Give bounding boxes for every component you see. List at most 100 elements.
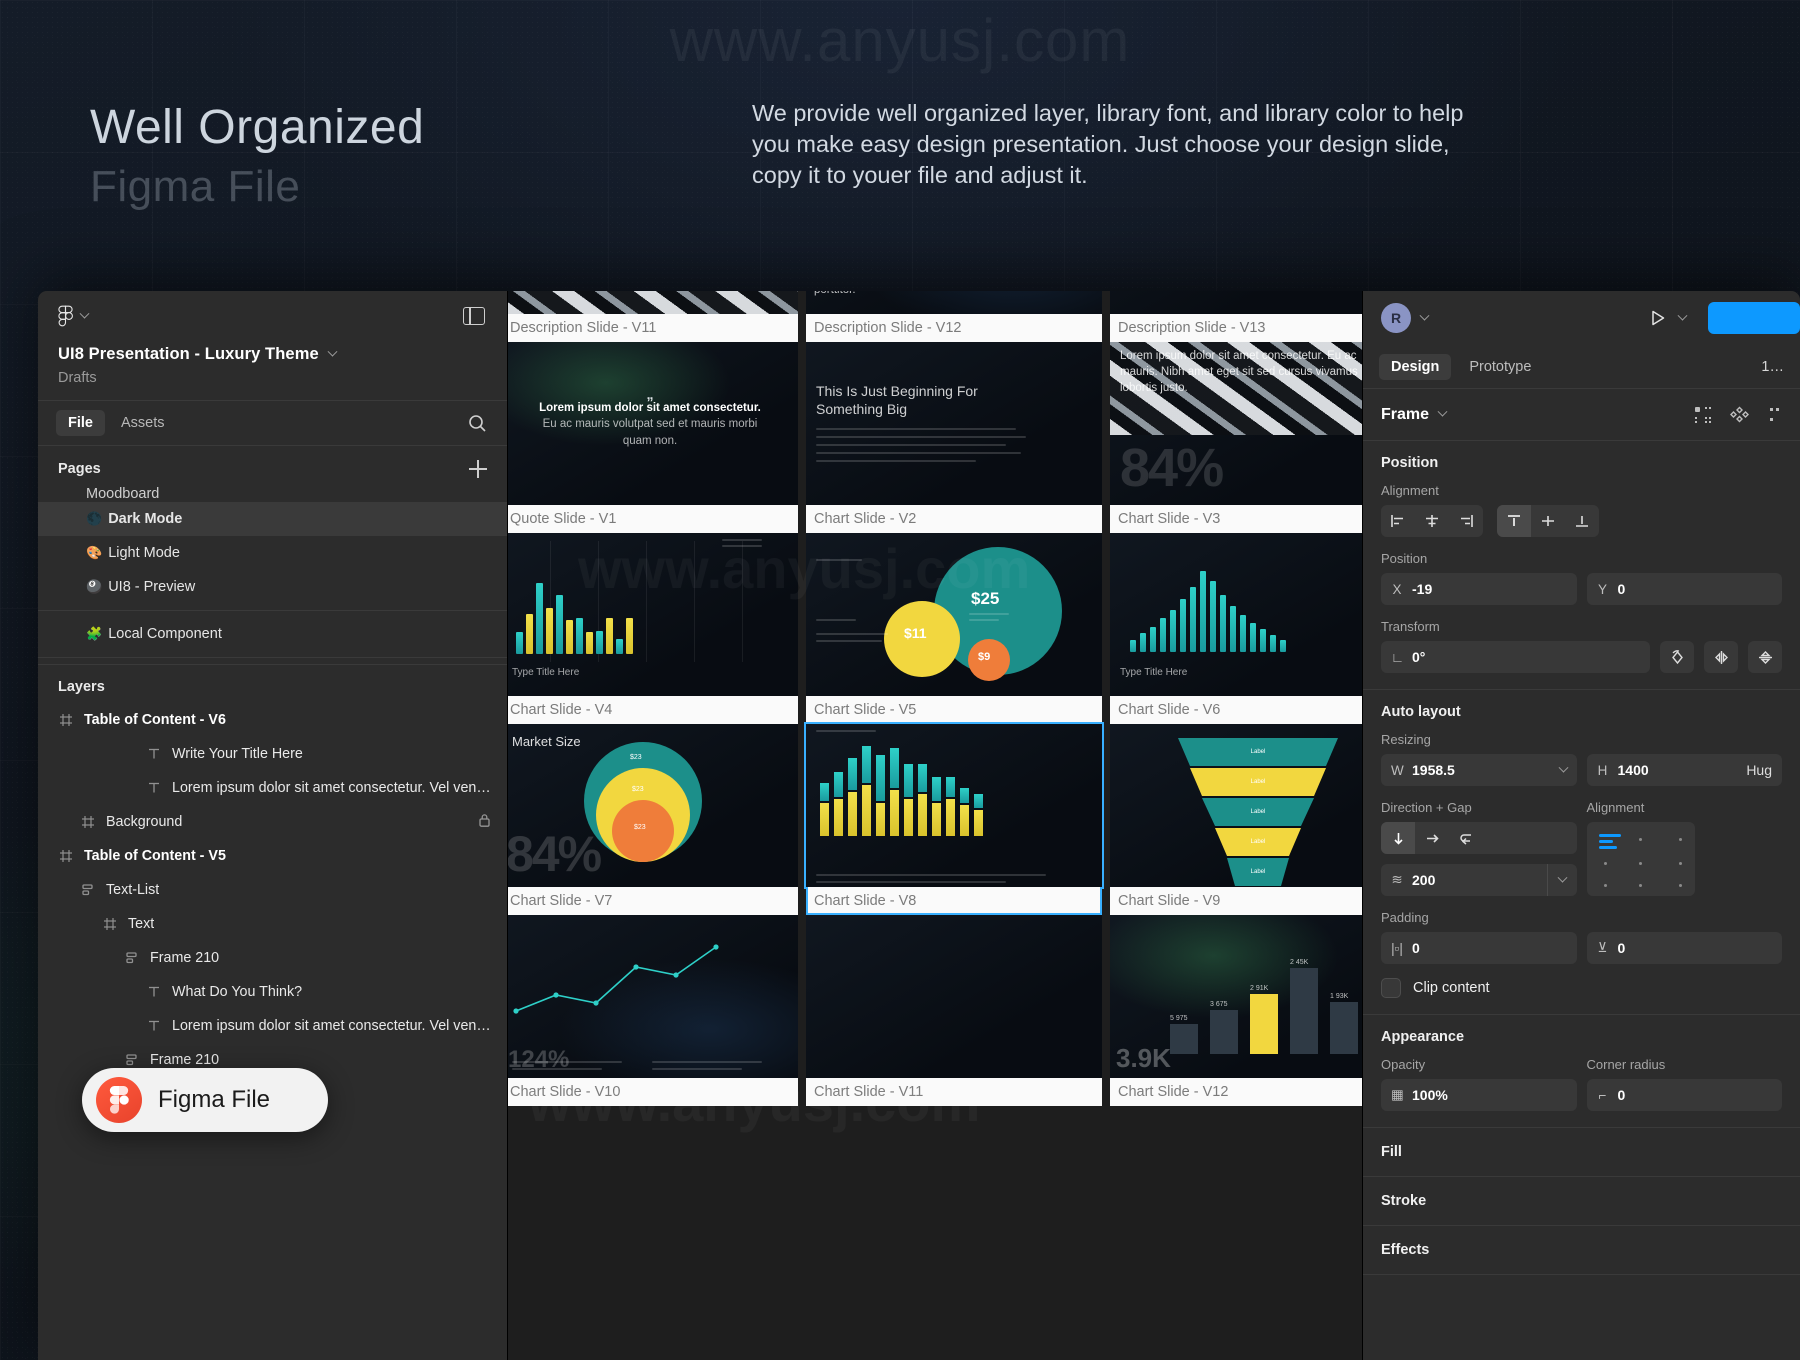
slide-cell[interactable]: 124% Chart Slide - V10 xyxy=(508,915,798,1106)
tab-design[interactable]: Design xyxy=(1379,353,1452,380)
position-y-field[interactable]: Y 0 xyxy=(1586,573,1782,605)
align-top-icon[interactable] xyxy=(1497,505,1531,537)
slide-cell[interactable]: This Is Just Beginning For Something Big… xyxy=(806,342,1102,533)
slide-cell[interactable]: „ Lorem ipsum dolor sit amet consectetur.… xyxy=(508,342,798,533)
slide-label[interactable]: Chart Slide - V8 xyxy=(806,887,1102,915)
layer-row[interactable]: Write Your Title Here xyxy=(38,737,507,771)
slide-thumbnail[interactable] xyxy=(508,291,798,314)
slide-cell[interactable]: $25 $11 $9 Chart Slide - V5 xyxy=(806,533,1102,724)
clip-content-checkbox[interactable] xyxy=(1381,978,1401,998)
chevron-down-icon[interactable] xyxy=(1558,762,1568,773)
page-item-moodboard[interactable]: Moodboard xyxy=(38,486,507,502)
arrow-down-icon[interactable] xyxy=(1381,822,1415,854)
chevron-down-icon[interactable] xyxy=(1677,310,1688,321)
slide-label[interactable]: Chart Slide - V9 xyxy=(1110,887,1362,915)
plus-icon[interactable] xyxy=(469,460,487,478)
flip-horizontal-icon[interactable] xyxy=(1704,641,1738,673)
slide-cell[interactable]: Chart Slide - V8 xyxy=(804,722,1104,915)
fill-section[interactable]: Fill xyxy=(1363,1128,1800,1177)
rotate-icon[interactable] xyxy=(1660,641,1694,673)
lock-icon[interactable] xyxy=(478,813,491,832)
tab-file[interactable]: File xyxy=(56,410,105,436)
layer-row[interactable]: Table of Content - V5 xyxy=(38,839,507,873)
component-icon[interactable] xyxy=(1693,405,1712,424)
clip-content-row[interactable]: Clip content xyxy=(1381,978,1782,998)
slide-label[interactable]: Description Slide - V11 xyxy=(508,314,798,342)
layer-row[interactable]: Frame 210 xyxy=(38,941,507,975)
slide-thumbnail[interactable]: Type Title Here xyxy=(1110,533,1362,696)
layer-row[interactable]: Table of Content - V6 xyxy=(38,703,507,737)
slide-thumbnail[interactable]: 20,78%Lorem ipsum dolor sit amet consect… xyxy=(806,291,1102,314)
slide-label[interactable]: Chart Slide - V10 xyxy=(508,1078,798,1106)
slide-thumbnail[interactable]: 5 975 3 675 2 91K 2 45K 1 93K 3.9K xyxy=(1110,915,1362,1078)
slide-label[interactable]: Chart Slide - V3 xyxy=(1110,505,1362,533)
slide-thumbnail[interactable]: This Is Just Beginning For Something Big xyxy=(806,342,1102,505)
slide-label[interactable]: Quote Slide - V1 xyxy=(508,505,798,533)
slide-label[interactable]: Description Slide - V13 xyxy=(1110,314,1362,342)
file-name-row[interactable]: UI8 Presentation - Luxury Theme xyxy=(58,345,487,364)
avatar[interactable]: R xyxy=(1381,303,1411,333)
slide-thumbnail[interactable]: 84% Lorem ipsum dolor sit amet consectetu… xyxy=(1110,342,1362,505)
slide-thumbnail[interactable]: 124% xyxy=(508,915,798,1078)
stroke-section[interactable]: Stroke xyxy=(1363,1177,1800,1226)
gap-field[interactable]: ≋ 200 xyxy=(1381,864,1577,896)
slide-cell[interactable]: 5 975 3 675 2 91K 2 45K 1 93K 3.9K Chart Slide… xyxy=(1110,915,1362,1106)
chevron-down-icon[interactable] xyxy=(1419,310,1430,321)
slide-cell[interactable]: OverviewDescription Slide - V13 xyxy=(1110,291,1362,342)
slide-label[interactable]: Chart Slide - V6 xyxy=(1110,696,1362,724)
more-icon[interactable] xyxy=(1767,405,1786,424)
slide-thumbnail[interactable]: Label Label Label Label Label xyxy=(1110,724,1362,887)
rotation-field[interactable]: ∟ 0° xyxy=(1381,641,1650,673)
zoom-level[interactable]: 1… xyxy=(1761,359,1784,375)
figma-file-badge[interactable]: Figma File xyxy=(82,1068,328,1132)
height-field[interactable]: H 1400 Hug xyxy=(1586,754,1782,786)
tab-prototype[interactable]: Prototype xyxy=(1457,354,1543,380)
page-item-local-component[interactable]: 🧩 Local Component xyxy=(38,617,507,651)
layer-row[interactable]: What Do You Think? xyxy=(38,975,507,1009)
position-x-field[interactable]: X -19 xyxy=(1381,573,1577,605)
slide-thumbnail[interactable]: Overview xyxy=(1110,291,1362,314)
slide-thumbnail[interactable]: $25 $11 $9 xyxy=(806,533,1102,696)
width-field[interactable]: W 1958.5 xyxy=(1381,754,1577,786)
padding-vertical-field[interactable]: ⊻ 0 xyxy=(1586,932,1782,964)
align-horizontal-center-icon[interactable] xyxy=(1415,505,1449,537)
play-icon[interactable] xyxy=(1649,309,1667,327)
effects-section[interactable]: Effects xyxy=(1363,1226,1800,1275)
padding-horizontal-field[interactable]: |▫| 0 xyxy=(1381,932,1577,964)
opacity-field[interactable]: ▦ 100% xyxy=(1381,1079,1577,1111)
variants-icon[interactable] xyxy=(1730,405,1749,424)
arrow-right-icon[interactable] xyxy=(1415,822,1449,854)
slide-cell[interactable]: $23 $23 $23 Market Size 84% Chart Slide - V7 xyxy=(508,724,798,915)
chevron-down-icon[interactable] xyxy=(1437,406,1448,417)
layer-row[interactable]: Text xyxy=(38,907,507,941)
page-item-light-mode[interactable]: 🎨 Light Mode xyxy=(38,536,507,570)
design-canvas[interactable]: Description Slide - V11 20,78%Lorem ipsum… xyxy=(508,291,1362,1360)
slide-thumbnail[interactable] xyxy=(804,722,1104,889)
layer-row[interactable]: Text-List xyxy=(38,873,507,907)
wrap-icon[interactable] xyxy=(1449,822,1483,854)
slide-thumbnail[interactable] xyxy=(806,915,1102,1078)
figma-menu-button[interactable] xyxy=(58,305,90,327)
slide-label[interactable]: Chart Slide - V7 xyxy=(508,887,798,915)
share-button[interactable] xyxy=(1708,302,1800,334)
align-right-icon[interactable] xyxy=(1449,505,1483,537)
align-bottom-icon[interactable] xyxy=(1565,505,1599,537)
slide-thumbnail[interactable]: „ Lorem ipsum dolor sit amet consectetur.… xyxy=(508,342,798,505)
layer-row[interactable]: Lorem ipsum dolor sit amet consectetur. … xyxy=(38,1009,507,1043)
slide-label[interactable]: Chart Slide - V11 xyxy=(806,1078,1102,1106)
tab-assets[interactable]: Assets xyxy=(109,410,177,436)
layer-row[interactable]: Lorem ipsum dolor sit amet consectetur. … xyxy=(38,771,507,805)
slide-thumbnail[interactable]: Type Title Here xyxy=(508,533,798,696)
align-left-icon[interactable] xyxy=(1381,505,1415,537)
slide-label[interactable]: Chart Slide - V5 xyxy=(806,696,1102,724)
slide-cell[interactable]: Chart Slide - V11 xyxy=(806,915,1102,1106)
align-vertical-center-icon[interactable] xyxy=(1531,505,1565,537)
slide-cell[interactable]: Type Title Here Chart Slide - V6 xyxy=(1110,533,1362,724)
search-icon[interactable] xyxy=(468,414,487,433)
auto-layout-alignment-pad[interactable] xyxy=(1586,822,1695,896)
slide-label[interactable]: Chart Slide - V12 xyxy=(1110,1078,1362,1106)
gap-dropdown[interactable] xyxy=(1546,864,1577,896)
slide-cell[interactable]: 20,78%Lorem ipsum dolor sit amet consect… xyxy=(806,291,1102,342)
slide-thumbnail[interactable]: $23 $23 $23 Market Size 84% xyxy=(508,724,798,887)
flip-vertical-icon[interactable] xyxy=(1748,641,1782,673)
